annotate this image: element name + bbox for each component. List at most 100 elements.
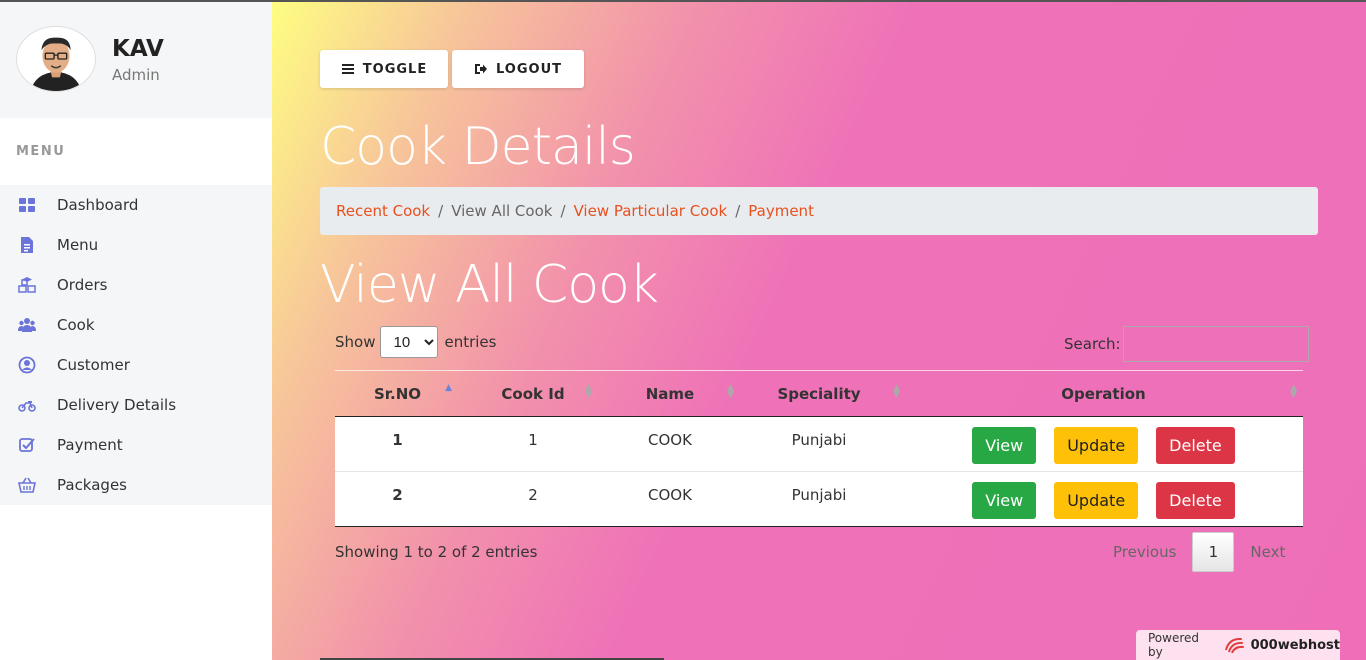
column-label: Operation: [1061, 384, 1146, 403]
breadcrumb-recent-cook[interactable]: Recent Cook: [336, 202, 430, 220]
section-title: View All Cook: [320, 255, 659, 315]
top-border: [0, 0, 1366, 2]
powered-label: Powered by: [1148, 631, 1200, 659]
cell-sr-no: 1: [392, 431, 403, 449]
view-button[interactable]: View: [972, 482, 1037, 519]
sidebar-item-label: Cook: [57, 316, 95, 334]
page-title: Cook Details: [320, 117, 636, 177]
breadcrumb: Recent Cook / View All Cook / View Parti…: [320, 187, 1318, 235]
sidebar-item-payment[interactable]: Payment: [0, 425, 272, 465]
avatar[interactable]: [16, 26, 96, 92]
main-content: TOGGLE LOGOUT Cook Details Recent Cook /…: [272, 0, 1366, 660]
motorcycle-icon: [16, 396, 37, 414]
sidebar-item-label: Packages: [57, 476, 127, 494]
sidebar-item-label: Orders: [57, 276, 108, 294]
cell-name: COOK: [648, 486, 692, 504]
entries-label: entries: [444, 333, 497, 351]
sidebar-item-dashboard[interactable]: Dashboard: [0, 185, 272, 225]
previous-page-button[interactable]: Previous: [1097, 543, 1192, 561]
bars-icon: [341, 64, 354, 74]
sign-out-icon: [474, 64, 487, 74]
page-size-control: Show 10 entries: [335, 326, 496, 358]
logout-label: LOGOUT: [495, 61, 563, 77]
breadcrumb-view-particular-cook[interactable]: View Particular Cook: [574, 202, 728, 220]
search-input[interactable]: [1122, 326, 1309, 362]
sidebar-item-cook[interactable]: Cook: [0, 305, 272, 345]
profile-card: KAV Admin: [0, 0, 272, 118]
column-header-speciality[interactable]: Speciality ▲ ▼: [734, 371, 904, 417]
sidebar-item-label: Delivery Details: [57, 396, 177, 414]
page-number-button[interactable]: 1: [1192, 532, 1235, 572]
breadcrumb-view-all-cook: View All Cook: [451, 202, 553, 220]
webhost-logo-icon: [1224, 638, 1244, 654]
update-button[interactable]: Update: [1054, 427, 1139, 464]
sidebar-item-orders[interactable]: Orders: [0, 265, 272, 305]
breadcrumb-separator: /: [735, 202, 741, 220]
table-row: 2 2 COOK Punjabi View Update Delete: [335, 471, 1303, 527]
delete-button[interactable]: Delete: [1156, 482, 1235, 519]
column-label: Sr.NO: [373, 384, 422, 403]
grid-icon: [16, 196, 37, 214]
sidebar-item-label: Dashboard: [57, 196, 139, 214]
cell-speciality: Punjabi: [791, 431, 847, 449]
delete-button[interactable]: Delete: [1156, 427, 1235, 464]
profile-role: Admin: [112, 66, 160, 84]
powered-by-badge[interactable]: Powered by 000webhost: [1136, 630, 1340, 660]
column-label: Speciality: [777, 384, 861, 403]
table-search: Search:: [1064, 326, 1309, 362]
cell-name: COOK: [648, 431, 692, 449]
check-square-icon: [16, 436, 37, 454]
cell-operation: View Update Delete: [904, 417, 1303, 472]
cell-cook-id: 2: [528, 486, 538, 504]
sidebar-menu: Dashboard Menu Orders Cook Customer Deli…: [0, 185, 272, 505]
breadcrumb-separator: /: [560, 202, 566, 220]
sidebar-item-packages[interactable]: Packages: [0, 465, 272, 505]
breadcrumb-payment[interactable]: Payment: [748, 202, 814, 220]
column-header-cook-id[interactable]: Cook Id ▲ ▼: [460, 371, 606, 417]
column-header-operation[interactable]: Operation ▲ ▼: [904, 371, 1303, 417]
cell-cook-id: 1: [528, 431, 538, 449]
document-icon: [16, 236, 37, 254]
sort-icon: ▲ ▼: [893, 383, 900, 400]
logout-button[interactable]: LOGOUT: [452, 50, 584, 88]
sidebar-item-label: Customer: [57, 356, 130, 374]
cell-operation: View Update Delete: [904, 472, 1303, 527]
sort-ascending-icon: ▲: [445, 383, 452, 393]
users-icon: [16, 316, 37, 334]
sort-icon: ▲ ▼: [727, 383, 734, 400]
view-button[interactable]: View: [972, 427, 1037, 464]
basket-icon: [16, 476, 37, 494]
page-size-select[interactable]: 10: [380, 326, 439, 358]
toggle-label: TOGGLE: [362, 61, 428, 77]
sort-icon: ▲ ▼: [1290, 383, 1297, 400]
avatar-icon: [17, 27, 95, 91]
column-header-sr-no[interactable]: Sr.NO ▲: [335, 371, 460, 417]
cell-speciality: Punjabi: [791, 486, 847, 504]
sidebar-item-customer[interactable]: Customer: [0, 345, 272, 385]
show-label: Show: [335, 333, 376, 351]
column-header-name[interactable]: Name ▲ ▼: [606, 371, 734, 417]
sidebar-item-label: Payment: [57, 436, 123, 454]
cubes-icon: [16, 276, 37, 294]
table-row: 1 1 COOK Punjabi View Update Delete: [335, 416, 1303, 472]
toggle-button[interactable]: TOGGLE: [320, 50, 448, 88]
powered-brand: 000webhost: [1250, 637, 1340, 653]
breadcrumb-separator: /: [438, 202, 444, 220]
sidebar-item-delivery-details[interactable]: Delivery Details: [0, 385, 272, 425]
cell-sr-no: 2: [392, 486, 403, 504]
sidebar-item-menu[interactable]: Menu: [0, 225, 272, 265]
sort-icon: ▲ ▼: [585, 383, 592, 400]
update-button[interactable]: Update: [1054, 482, 1139, 519]
column-label: Name: [645, 384, 695, 403]
table-info: Showing 1 to 2 of 2 entries: [335, 543, 538, 561]
profile-name: KAV: [112, 36, 164, 62]
sidebar: KAV Admin MENU Dashboard Menu Orders Coo…: [0, 0, 272, 660]
next-page-button[interactable]: Next: [1234, 543, 1301, 561]
menu-header: MENU: [16, 144, 66, 159]
column-label: Cook Id: [501, 384, 565, 403]
sidebar-item-label: Menu: [57, 236, 99, 254]
table-header-row: Sr.NO ▲ Cook Id ▲ ▼ Name ▲ ▼ Speciality ▲ ▼…: [335, 370, 1303, 417]
cook-table: Sr.NO ▲ Cook Id ▲ ▼ Name ▲ ▼ Speciality ▲ ▼…: [335, 370, 1303, 527]
search-label: Search:: [1064, 335, 1121, 353]
pagination: Previous 1 Next: [1097, 532, 1301, 572]
